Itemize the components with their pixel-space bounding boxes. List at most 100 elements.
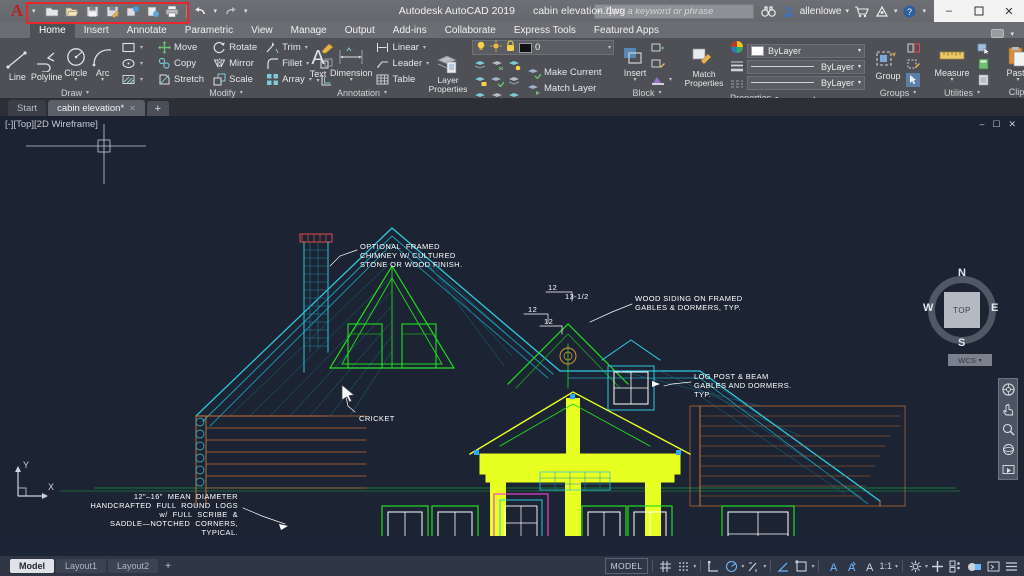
new-document-tab-button[interactable]: + bbox=[147, 101, 169, 116]
object-linetype-dropdown[interactable]: ByLayer ▾ bbox=[747, 76, 865, 90]
group-selection-toggle[interactable] bbox=[903, 72, 923, 87]
username-label[interactable]: allenlowe bbox=[798, 6, 844, 17]
lock-icon[interactable] bbox=[505, 40, 516, 55]
utilities-panel-title[interactable]: Utilities ▾ bbox=[927, 87, 997, 98]
ribbon-tab-collaborate[interactable]: Collaborate bbox=[436, 23, 505, 38]
autodesk-store-cart-icon[interactable] bbox=[851, 0, 872, 22]
ribbon-tab-express-tools[interactable]: Express Tools bbox=[505, 23, 585, 38]
annotation-panel-caret-icon[interactable]: ▾ bbox=[383, 89, 387, 96]
object-lineweight-dropdown[interactable]: ByLayer ▾ bbox=[747, 60, 865, 74]
wcs-caret-icon[interactable]: ▾ bbox=[979, 357, 982, 364]
annotation-visibility-toggle[interactable]: A bbox=[823, 558, 840, 574]
annotation-text-caret-icon[interactable]: ▾ bbox=[316, 79, 319, 84]
cloud-save-icon[interactable] bbox=[124, 3, 141, 20]
draw-arc-caret-icon[interactable]: ▾ bbox=[101, 78, 104, 83]
new-icon[interactable] bbox=[44, 3, 61, 20]
layout-tab-model[interactable]: Model bbox=[10, 559, 54, 573]
draw-ellipse-caret-icon[interactable]: ▾ bbox=[139, 60, 143, 67]
open-icon[interactable] bbox=[64, 3, 81, 20]
layer-lock-icon[interactable] bbox=[472, 73, 488, 88]
current-layer-dropdown[interactable]: 0 ▾ bbox=[472, 40, 614, 55]
object-snap-tracking-toggle[interactable] bbox=[745, 558, 762, 574]
autocad-a-logo[interactable]: A bbox=[0, 0, 30, 22]
object-linetype-caret-icon[interactable]: ▾ bbox=[858, 79, 861, 86]
object-snap-angle-icon[interactable] bbox=[775, 558, 792, 574]
osnap-settings-caret-icon[interactable]: ▾ bbox=[811, 563, 814, 570]
modify-panel-caret-icon[interactable]: ▾ bbox=[239, 89, 243, 96]
snap-settings-caret-icon[interactable]: ▾ bbox=[693, 563, 696, 570]
draw-rectangle-button[interactable]: ▾ bbox=[119, 40, 146, 55]
viewport-close-icon[interactable]: ✕ bbox=[1008, 119, 1016, 130]
layout-tab-layout2[interactable]: Layout2 bbox=[108, 559, 158, 573]
annotation-scale-caret-icon[interactable]: ▾ bbox=[895, 563, 898, 570]
layout-tab-layout1[interactable]: Layout1 bbox=[56, 559, 106, 573]
draw-circle-caret-icon[interactable]: ▾ bbox=[74, 78, 77, 83]
clean-screen-button[interactable] bbox=[985, 558, 1002, 574]
search-binoculars-icon[interactable] bbox=[758, 0, 779, 22]
hardware-acceleration-button[interactable] bbox=[929, 558, 946, 574]
search-input[interactable] bbox=[604, 6, 752, 17]
new-layout-button[interactable]: + bbox=[160, 561, 176, 572]
help-icon[interactable]: ? bbox=[899, 0, 920, 22]
sun-icon[interactable] bbox=[490, 40, 502, 55]
save-as-icon[interactable] bbox=[104, 3, 121, 20]
object-lineweight-caret-icon[interactable]: ▾ bbox=[858, 63, 861, 70]
workspace-switching-button[interactable] bbox=[907, 558, 924, 574]
snap-mode-toggle[interactable] bbox=[675, 558, 692, 574]
ribbon-tab-annotate[interactable]: Annotate bbox=[118, 23, 176, 38]
modify-move-button[interactable]: Move bbox=[154, 40, 207, 55]
autoscale-toggle[interactable]: A bbox=[841, 558, 858, 574]
match-properties-button[interactable]: MatchProperties bbox=[680, 45, 728, 88]
viewport-label[interactable]: [-][Top][2D Wireframe] bbox=[5, 119, 98, 130]
model-paper-toggle[interactable]: MODEL bbox=[605, 558, 649, 574]
isolate-objects-button[interactable] bbox=[947, 558, 964, 574]
modify-rotate-button[interactable]: Rotate bbox=[209, 40, 260, 55]
steering-wheel-icon[interactable] bbox=[1001, 382, 1016, 396]
draw-polyline-button[interactable]: Polyline bbox=[31, 46, 63, 82]
viewport-restore-icon[interactable]: ☐ bbox=[992, 119, 1000, 130]
ribbon-tab-home[interactable]: Home bbox=[30, 23, 75, 38]
viewport-minimize-icon[interactable]: – bbox=[979, 119, 984, 130]
layers-match-layer-button[interactable]: Match Layer bbox=[524, 81, 605, 96]
object-color-caret-icon[interactable]: ▾ bbox=[858, 47, 861, 54]
modify-stretch-button[interactable]: Stretch bbox=[154, 72, 207, 87]
redo-caret-icon[interactable]: ▾ bbox=[242, 7, 250, 15]
pan-icon[interactable] bbox=[1001, 402, 1016, 416]
measure-caret-icon[interactable]: ▾ bbox=[950, 78, 953, 83]
draw-line-button[interactable]: Line bbox=[4, 46, 31, 82]
help-caret-icon[interactable]: ▾ bbox=[920, 7, 928, 15]
annotation-panel-title[interactable]: Annotation ▾ bbox=[302, 87, 422, 98]
clipboard-panel-title[interactable]: Clipboard bbox=[997, 86, 1024, 98]
block-panel-caret-icon[interactable]: ▾ bbox=[658, 89, 662, 96]
annotation-dimension-caret-icon[interactable]: ▾ bbox=[350, 78, 353, 83]
current-layer-caret-icon[interactable]: ▾ bbox=[607, 44, 611, 51]
polar-settings-caret-icon[interactable]: ▾ bbox=[741, 563, 744, 570]
document-tab-start[interactable]: Start bbox=[8, 100, 46, 116]
draw-hatch-caret-icon[interactable]: ▾ bbox=[139, 76, 143, 83]
ribbon-tab-view[interactable]: View bbox=[242, 23, 282, 38]
draw-hatch-button[interactable]: ▾ bbox=[119, 72, 146, 87]
plot-icon[interactable] bbox=[164, 3, 181, 20]
ribbon-tab-add-ins[interactable]: Add-ins bbox=[384, 23, 436, 38]
annotation-text-button[interactable]: A Text ▾ bbox=[306, 43, 330, 84]
a360-caret-icon[interactable]: ▾ bbox=[892, 7, 900, 15]
annotation-scale-value[interactable]: 1:1 bbox=[877, 558, 894, 574]
close-button[interactable]: ✕ bbox=[994, 0, 1024, 22]
lineweight-icon[interactable] bbox=[730, 60, 744, 75]
object-snap-toggle[interactable] bbox=[793, 558, 810, 574]
block-create-button[interactable] bbox=[648, 40, 675, 55]
modify-scale-button[interactable]: Scale bbox=[209, 72, 260, 87]
block-edit-button[interactable] bbox=[648, 56, 675, 71]
viewcube-north-label[interactable]: N bbox=[958, 267, 966, 279]
layer-isolate-icon[interactable] bbox=[472, 57, 488, 72]
redo-icon[interactable] bbox=[222, 3, 239, 20]
groups-panel-caret-icon[interactable]: ▾ bbox=[912, 89, 916, 96]
modify-copy-button[interactable]: Copy bbox=[154, 56, 207, 71]
linetype-icon[interactable] bbox=[730, 78, 744, 93]
drawing-canvas[interactable]: [-][Top][2D Wireframe] – ☐ ✕ OPTIONAL FR… bbox=[0, 116, 1024, 536]
document-tab-cabin-elevation[interactable]: cabin elevation* ✕ bbox=[48, 100, 145, 116]
utilities-panel-caret-icon[interactable]: ▾ bbox=[976, 89, 980, 96]
color-wheel-icon[interactable] bbox=[730, 40, 744, 57]
draw-arc-button[interactable]: Arc ▾ bbox=[89, 44, 116, 83]
layer-properties-button[interactable]: LayerProperties bbox=[426, 51, 470, 94]
